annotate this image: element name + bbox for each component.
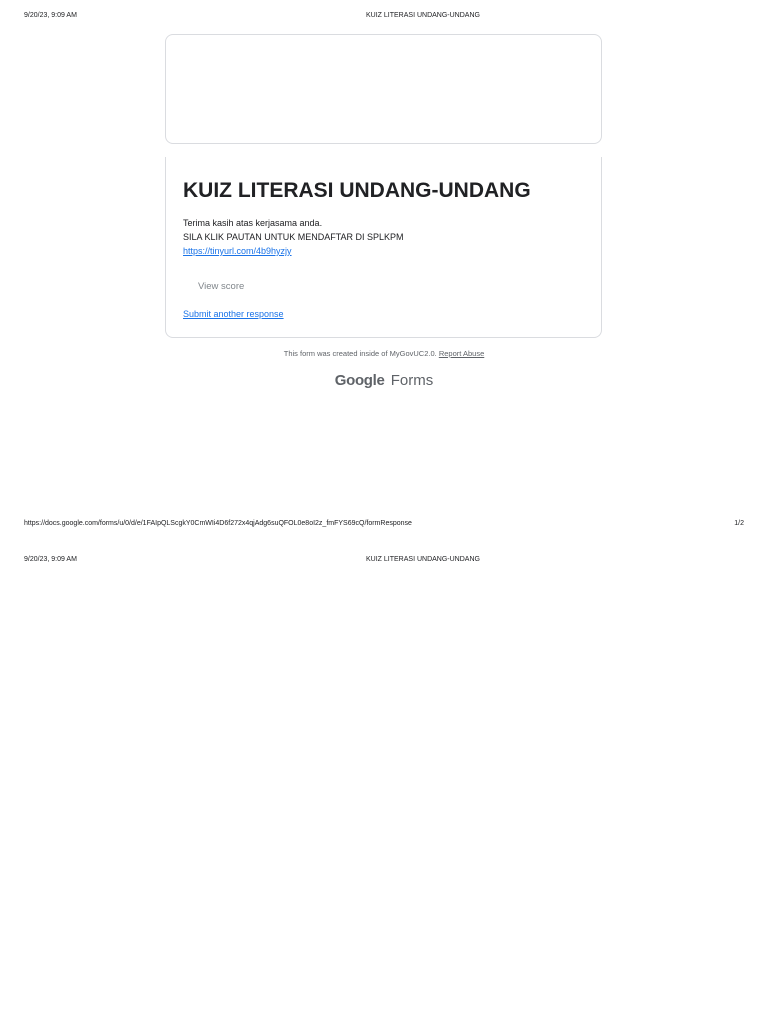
confirmation-instruction: SILA KLIK PAUTAN UNTUK MENDAFTAR DI SPLK… bbox=[183, 232, 404, 242]
form-response-card: KUIZ LITERASI UNDANG-UNDANG Terima kasih… bbox=[165, 157, 602, 338]
print-url: https://docs.google.com/forms/u/0/d/e/1F… bbox=[24, 520, 412, 527]
print-date: 9/20/23, 9:09 AM bbox=[24, 12, 77, 19]
print-title: KUIZ LITERASI UNDANG-UNDANG bbox=[366, 556, 480, 563]
print-title: KUIZ LITERASI UNDANG-UNDANG bbox=[366, 12, 480, 19]
form-header-banner bbox=[165, 34, 602, 144]
print-footer: https://docs.google.com/forms/u/0/d/e/1F… bbox=[0, 520, 768, 534]
report-abuse-link[interactable]: Report Abuse bbox=[439, 349, 484, 358]
footnote-text: This form was created inside of MyGovUC2… bbox=[283, 349, 437, 358]
google-forms-logo[interactable]: Google Forms bbox=[0, 372, 768, 389]
print-page: 9/20/23, 9:09 AM KUIZ LITERASI UNDANG-UN… bbox=[0, 0, 768, 1024]
view-score-button[interactable]: View score bbox=[190, 279, 252, 294]
confirmation-message: Terima kasih atas kerjasama anda. bbox=[183, 218, 323, 228]
forms-wordmark: Forms bbox=[390, 372, 434, 389]
print-header: 9/20/23, 9:09 AM KUIZ LITERASI UNDANG-UN… bbox=[0, 12, 768, 26]
google-wordmark: Google bbox=[334, 372, 385, 389]
registration-link[interactable]: https://tinyurl.com/4b9hyzjy bbox=[183, 245, 292, 257]
form-footnote: This form was created inside of MyGovUC2… bbox=[0, 349, 768, 358]
print-header-page-2: 9/20/23, 9:09 AM KUIZ LITERASI UNDANG-UN… bbox=[0, 556, 768, 570]
print-date: 9/20/23, 9:09 AM bbox=[24, 556, 77, 563]
submit-another-response-link[interactable]: Submit another response bbox=[183, 308, 284, 320]
print-page-number: 1/2 bbox=[734, 520, 744, 527]
form-title: KUIZ LITERASI UNDANG-UNDANG bbox=[183, 179, 531, 202]
